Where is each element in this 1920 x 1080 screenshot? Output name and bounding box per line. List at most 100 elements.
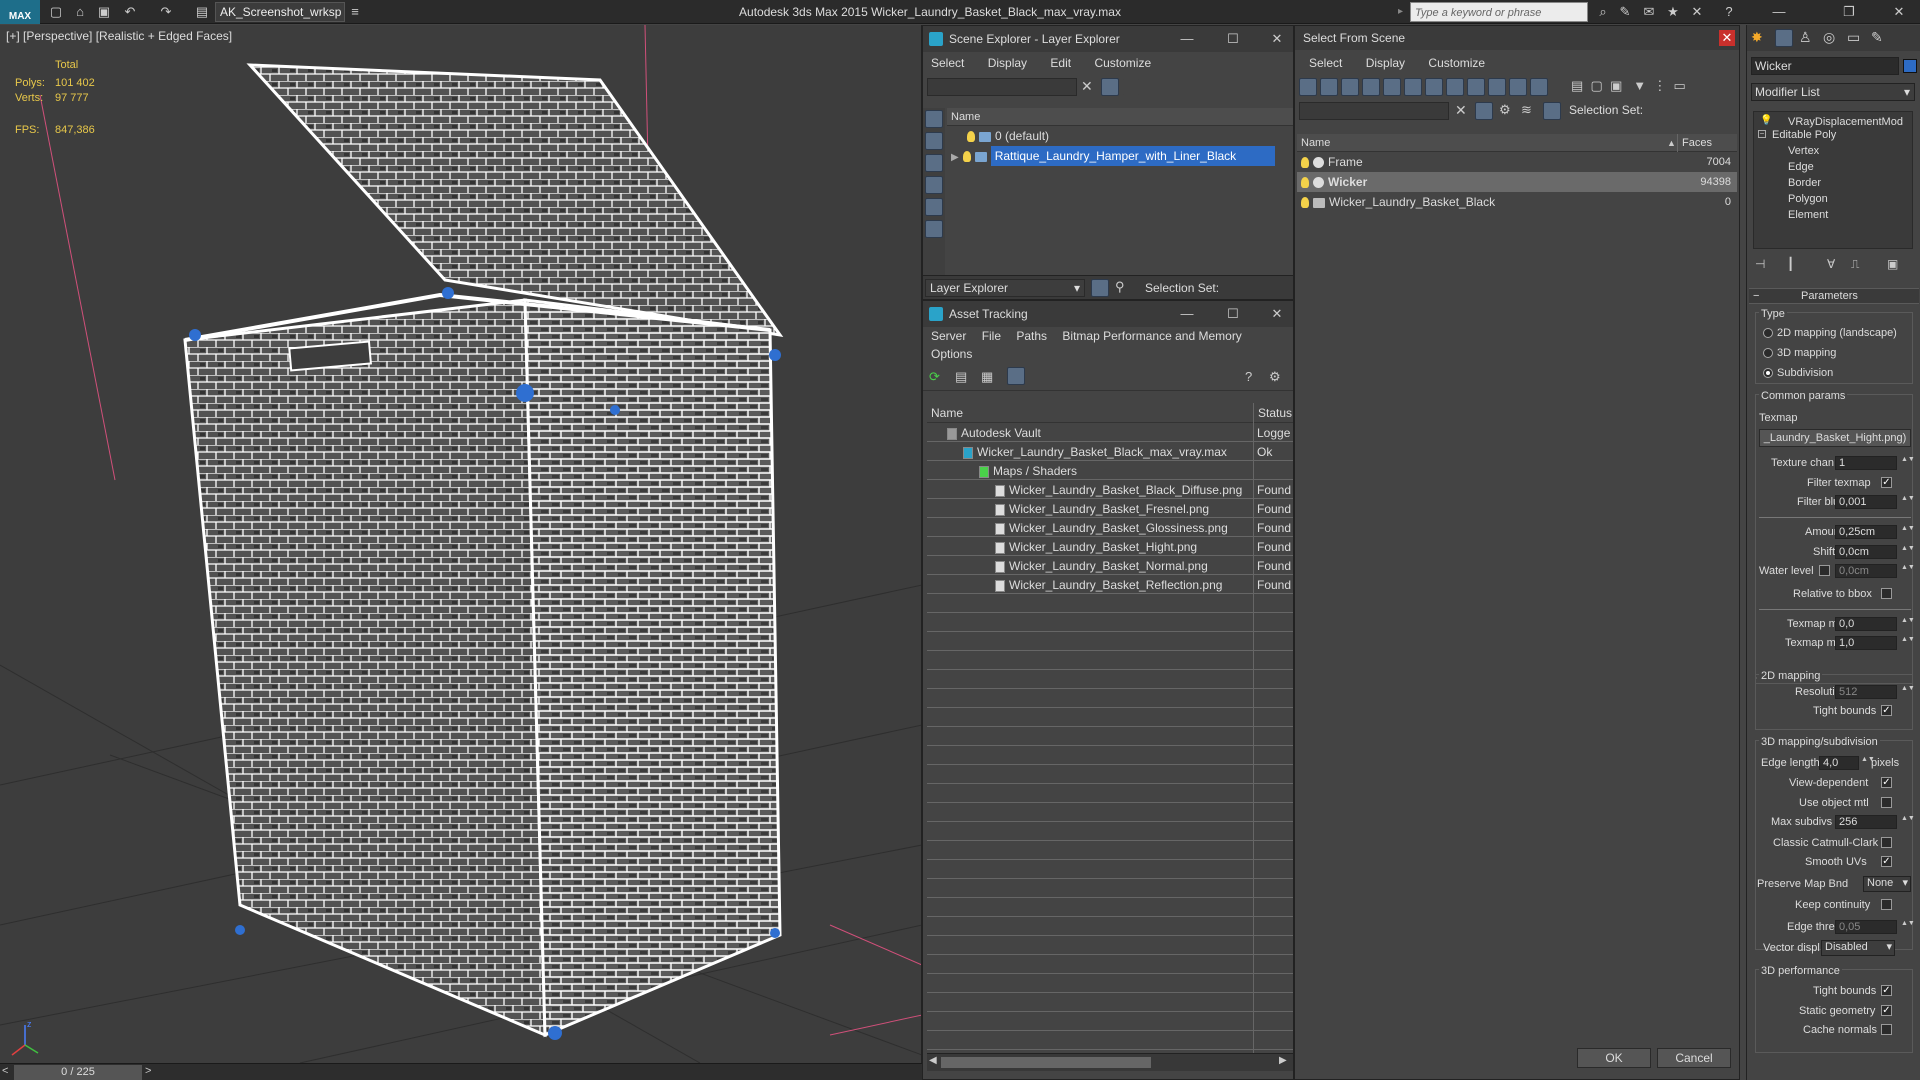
menu-server[interactable]: Server xyxy=(931,329,966,343)
viewport-label[interactable]: [+] [Perspective] [Realistic + Edged Fac… xyxy=(6,29,232,43)
keyword-search-input[interactable]: Type a keyword or phrase xyxy=(1410,2,1588,22)
close-icon[interactable]: ✕ xyxy=(1263,301,1291,327)
table-row[interactable]: Wicker_Laundry_Basket_Reflection.png Foun… xyxy=(927,575,1293,594)
spinner-icon[interactable]: ▲▼ xyxy=(1901,456,1915,470)
hierarchy-mode-icon[interactable] xyxy=(1543,102,1561,120)
shift-input[interactable]: 0,0cm xyxy=(1835,545,1897,559)
display-frozen-icon[interactable] xyxy=(1509,78,1527,96)
project-folder-icon[interactable]: ▤ xyxy=(194,4,210,20)
menu-bitmap-performance[interactable]: Bitmap Performance and Memory xyxy=(1062,329,1241,343)
table-row[interactable] xyxy=(927,955,1293,974)
radio-subdivision[interactable] xyxy=(1763,368,1773,378)
remove-modifier-icon[interactable]: ⎍ xyxy=(1851,257,1859,272)
column-options-icon[interactable]: ▭ xyxy=(1674,78,1686,93)
asset-col-name[interactable]: Name xyxy=(931,406,963,420)
sort-ascending-icon[interactable]: ▲ xyxy=(1667,134,1676,152)
table-row[interactable] xyxy=(927,632,1293,651)
asset-tracking-titlebar[interactable]: Asset Tracking — ☐ ✕ xyxy=(923,301,1293,327)
radio-subdivision-label[interactable]: Subdivision xyxy=(1777,367,1833,379)
table-row[interactable] xyxy=(927,1031,1293,1050)
table-row[interactable] xyxy=(927,879,1293,898)
display-layers-icon[interactable] xyxy=(925,220,943,238)
table-row[interactable] xyxy=(927,727,1293,746)
undo-icon[interactable]: ↶ xyxy=(122,4,138,20)
table-row[interactable] xyxy=(927,746,1293,765)
layer-search-input[interactable] xyxy=(927,78,1077,96)
table-row[interactable] xyxy=(927,822,1293,841)
display-containers-icon[interactable] xyxy=(1488,78,1506,96)
hierarchy-icon[interactable]: ⋮ xyxy=(1653,78,1666,93)
filter-texmap-checkbox[interactable]: ✓ xyxy=(1881,477,1892,488)
view-dependent-checkbox[interactable]: ✓ xyxy=(1881,777,1892,788)
settings-icon[interactable]: ⚙ xyxy=(1269,369,1281,385)
display-shapes-icon[interactable] xyxy=(1320,78,1338,96)
menu-options[interactable]: Options xyxy=(931,347,972,361)
resolution-input[interactable]: 512 xyxy=(1835,685,1897,699)
sfs-row[interactable]: Wicker_Laundry_Basket_Black 0 xyxy=(1297,192,1737,212)
object-color-swatch[interactable] xyxy=(1903,59,1917,73)
menu-select[interactable]: Select xyxy=(931,56,964,70)
time-prev-button[interactable]: < xyxy=(2,1065,14,1080)
save-icon[interactable]: ▣ xyxy=(96,4,112,20)
radio-2d-mapping[interactable] xyxy=(1763,328,1773,338)
spinner-icon[interactable]: ▲▼ xyxy=(1901,495,1915,509)
minimize-icon[interactable]: — xyxy=(1173,26,1201,52)
display-tab-icon[interactable]: ▭ xyxy=(1847,29,1860,46)
perspective-viewport[interactable]: z [+] [Perspective] [Realistic + Edged F… xyxy=(0,25,922,1063)
show-end-result-icon[interactable]: ┃ xyxy=(1787,257,1794,271)
select-from-scene-titlebar[interactable]: Select From Scene ✕ xyxy=(1295,26,1739,50)
collapse-icon[interactable]: − xyxy=(1758,130,1766,138)
spinner-icon[interactable]: ▲▼ xyxy=(1901,617,1915,631)
redo-icon[interactable]: ↷ xyxy=(158,4,174,20)
filter-icon[interactable] xyxy=(1475,102,1493,120)
menu-edit[interactable]: Edit xyxy=(1050,56,1071,70)
table-row[interactable] xyxy=(927,651,1293,670)
exchange-icon[interactable]: ✕ xyxy=(1688,3,1706,21)
maximize-icon[interactable]: ☐ xyxy=(1219,26,1247,52)
close-icon[interactable]: ✕ xyxy=(1719,30,1735,46)
visibility-icon[interactable] xyxy=(1301,157,1309,169)
display-none-icon[interactable] xyxy=(925,110,943,128)
layer-visibility-icon[interactable] xyxy=(967,131,975,143)
display-none-icon[interactable]: ▢ xyxy=(1591,78,1603,93)
menu-select[interactable]: Select xyxy=(1309,56,1342,70)
refresh-icon[interactable]: ⟳ xyxy=(929,369,940,385)
hierarchy-mode-icon[interactable]: ⚲ xyxy=(1115,279,1125,295)
table-row[interactable]: Maps / Shaders xyxy=(927,461,1293,480)
menu-paths[interactable]: Paths xyxy=(1016,329,1047,343)
stack-item-polygon[interactable]: Polygon xyxy=(1788,193,1828,205)
favorites-icon[interactable]: ★ xyxy=(1664,3,1682,21)
scroll-left-icon[interactable]: ◀ xyxy=(929,1055,937,1066)
filter-blur-input[interactable]: 0,001 xyxy=(1835,495,1897,509)
edge-length-input[interactable]: 4,0 xyxy=(1819,756,1859,770)
menu-display[interactable]: Display xyxy=(1366,56,1405,70)
restore-icon[interactable]: ❐ xyxy=(1840,3,1858,21)
time-next-button[interactable]: > xyxy=(145,1065,157,1080)
layer-options-icon[interactable] xyxy=(1122,78,1140,96)
table-row[interactable] xyxy=(927,993,1293,1012)
thumbnail-view-icon[interactable]: ▦ xyxy=(981,369,993,385)
table-row[interactable]: Wicker_Laundry_Basket_Fresnel.png Found xyxy=(927,499,1293,518)
layer-visibility-icon[interactable] xyxy=(962,151,971,163)
make-unique-icon[interactable]: ∀ xyxy=(1827,257,1835,271)
texture-chan-input[interactable]: 1 xyxy=(1835,456,1897,470)
display-cameras-icon[interactable] xyxy=(1362,78,1380,96)
clear-search-icon[interactable]: ✕ xyxy=(1081,78,1093,95)
spinner-icon[interactable]: ▲▼ xyxy=(1901,564,1915,578)
modifier-list-dropdown[interactable]: Modifier List ▾ xyxy=(1751,83,1915,101)
sfs-search-input[interactable] xyxy=(1299,102,1449,120)
spinner-icon[interactable]: ▲▼ xyxy=(1901,636,1915,650)
spinner-icon[interactable]: ▲▼ xyxy=(1861,756,1875,770)
display-xrefs-icon[interactable] xyxy=(1446,78,1464,96)
workspace-menu-icon[interactable]: ≡ xyxy=(347,4,363,20)
new-file-icon[interactable]: ▢ xyxy=(48,4,64,20)
table-row[interactable] xyxy=(927,917,1293,936)
expand-arrow-icon[interactable]: ▶ xyxy=(951,152,959,163)
close-app-icon[interactable]: ✕ xyxy=(1890,3,1908,21)
layer-row[interactable]: 0 (default) xyxy=(947,126,1293,146)
table-row[interactable] xyxy=(927,1012,1293,1031)
cache-normals-checkbox[interactable] xyxy=(1881,1024,1892,1035)
scroll-thumb[interactable] xyxy=(941,1057,1151,1068)
clear-search-icon[interactable]: ✕ xyxy=(1455,102,1467,119)
asset-horizontal-scrollbar[interactable]: ◀ ▶ xyxy=(927,1053,1293,1071)
